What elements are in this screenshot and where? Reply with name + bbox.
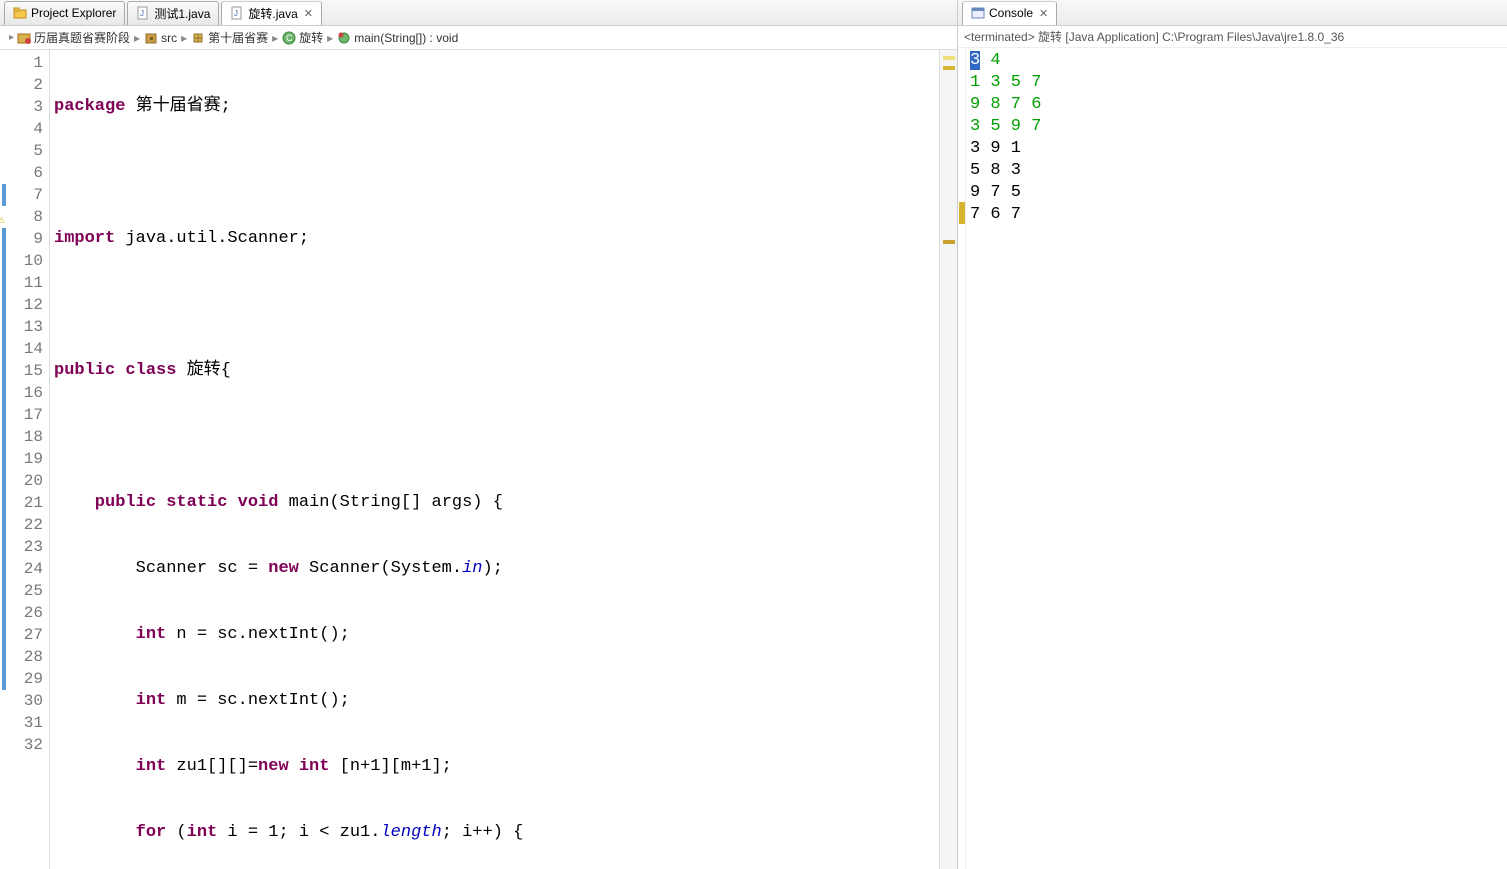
tab-file-1[interactable]: J 测试1.java	[127, 1, 219, 25]
tab-label: Project Explorer	[31, 6, 116, 20]
tab-label: Console	[989, 6, 1033, 20]
breadcrumb: ▸ 历届真题省赛阶段 ▸ src ▸ 第十届省赛 ▸ C 旋转 ▸	[0, 26, 957, 50]
code-editor[interactable]: ⚠ 1 2 3 4 5 6 ▸7 8 9 10 11 12 13 14 15 1	[0, 50, 957, 869]
console-tab-bar: Console ✕	[958, 0, 1507, 26]
chevron-right-icon: ▸	[327, 31, 333, 45]
line-numbers: 1 2 3 4 5 6 ▸7 8 9 10 11 12 13 14 15 16 …	[8, 50, 50, 869]
method-icon	[337, 31, 351, 45]
chevron-right-icon[interactable]: ▸	[6, 32, 17, 43]
breadcrumb-src[interactable]: src	[144, 31, 177, 45]
marker-bar: ⚠	[0, 50, 8, 869]
tab-label: 测试1.java	[154, 5, 210, 22]
close-icon[interactable]: ✕	[304, 7, 313, 20]
console-ruler	[958, 48, 966, 869]
console-output[interactable]: 3 4 1 3 5 7 9 8 7 6 3 5 9 7 3 9 1 5 8 3 …	[966, 48, 1507, 869]
java-file-icon: J	[230, 6, 244, 20]
package-icon	[191, 31, 205, 45]
code-content[interactable]: package 第十届省赛; import java.util.Scanner;…	[50, 50, 939, 869]
chevron-right-icon: ▸	[272, 31, 278, 45]
overview-ruler[interactable]	[939, 50, 957, 869]
close-icon[interactable]: ✕	[1039, 7, 1048, 20]
svg-text:J: J	[234, 9, 238, 18]
folder-icon	[13, 6, 27, 20]
line-7-foldable: ▸7	[8, 184, 43, 206]
chevron-right-icon: ▸	[181, 31, 187, 45]
editor-pane: Project Explorer J 测试1.java J 旋转.java ✕ …	[0, 0, 958, 869]
warning-icon: ⚠	[0, 208, 5, 230]
tab-project-explorer[interactable]: Project Explorer	[4, 1, 125, 25]
selected-text: 3	[970, 51, 980, 70]
project-icon	[17, 31, 31, 45]
class-icon: C	[282, 31, 296, 45]
breadcrumb-project[interactable]: 历届真题省赛阶段	[17, 29, 130, 46]
editor-tab-bar: Project Explorer J 测试1.java J 旋转.java ✕	[0, 0, 957, 26]
chevron-right-icon: ▸	[134, 31, 140, 45]
svg-text:J: J	[140, 9, 144, 18]
svg-text:C: C	[286, 33, 293, 43]
java-file-icon: J	[136, 6, 150, 20]
tab-file-2[interactable]: J 旋转.java ✕	[221, 1, 322, 25]
breadcrumb-class[interactable]: C 旋转	[282, 29, 323, 46]
console-status: <terminated> 旋转 [Java Application] C:\Pr…	[958, 26, 1507, 48]
console-pane: Console ✕ <terminated> 旋转 [Java Applicat…	[958, 0, 1507, 869]
tab-label: 旋转.java	[248, 5, 297, 22]
console-icon	[971, 6, 985, 20]
breadcrumb-package[interactable]: 第十届省赛	[191, 29, 268, 46]
package-folder-icon	[144, 31, 158, 45]
tab-console[interactable]: Console ✕	[962, 1, 1057, 25]
breadcrumb-method[interactable]: main(String[]) : void	[337, 31, 458, 45]
